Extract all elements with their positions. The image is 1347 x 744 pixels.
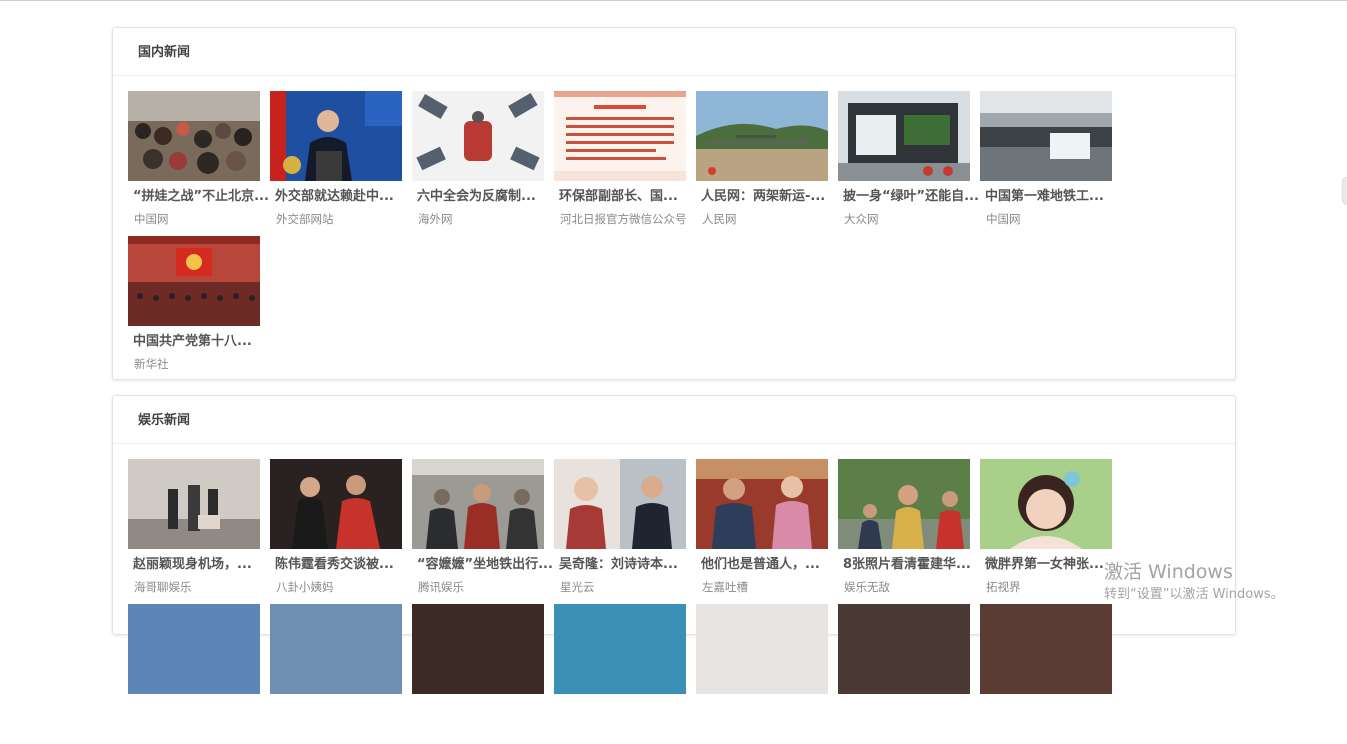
news-source: 海哥聊娱乐 [134,580,192,594]
news-thumbnail [838,91,970,181]
news-source: 星光云 [560,580,595,594]
news-card[interactable]: 披一身“绿叶”还能自... 大众网 [838,91,979,231]
news-thumbnail [554,91,686,181]
top-rule [0,0,1347,1]
news-card[interactable]: 吴奇隆：刘诗诗本... 星光云 [554,459,686,599]
news-caption: 陈伟霆看秀交谈被... [275,557,394,572]
watermark-line2: 转到“设置”以激活 Windows。 [1104,587,1284,602]
entertainment-news-panel: 娱乐新闻 赵丽颖现身机场，... 海哥聊娱乐 陈伟霆看秀交谈被... 八卦小姨妈… [112,395,1236,694]
entertainment-news-title: 娱乐新闻 [113,396,1235,444]
news-caption: 中国共产党第十八... [133,334,252,349]
news-source: 海外网 [418,212,453,226]
news-thumbnail [696,459,828,549]
news-thumbnail [838,459,970,549]
news-source: 人民网 [702,212,737,226]
news-caption: “拼娃之战”不止北京... [133,189,269,204]
news-source: 大众网 [844,212,879,226]
news-thumbnail [412,91,544,181]
news-card[interactable]: 他们也是普通人，... 左嘉吐槽 [696,459,828,599]
news-caption: 披一身“绿叶”还能自... [843,189,979,204]
news-thumbnail [980,459,1112,549]
news-card[interactable] [412,604,544,744]
windows-activation-watermark: 激活 Windows 转到“设置”以激活 Windows。 [1104,560,1284,604]
news-caption: 微胖界第一女神张... [985,557,1104,572]
news-source: 左嘉吐槽 [702,580,748,594]
news-caption: 人民网：两架新运-... [701,189,826,204]
news-thumbnail [412,459,544,549]
news-thumbnail [128,236,260,326]
news-source: 新华社 [134,357,169,371]
news-card[interactable] [128,604,260,744]
watermark-line1: 激活 Windows [1104,561,1233,583]
news-caption: 外交部就达赖赴中... [275,189,394,204]
news-card[interactable]: 赵丽颖现身机场，... 海哥聊娱乐 [128,459,260,599]
news-source: 娱乐无敌 [844,580,890,594]
news-card[interactable]: 外交部就达赖赴中... 外交部网站 [270,91,402,231]
news-card[interactable]: 中国共产党第十八... 新华社 [128,236,260,376]
news-source: 中国网 [986,212,1021,226]
news-caption: 中国第一难地铁工... [985,189,1104,204]
news-card[interactable] [696,604,828,744]
news-source: 八卦小姨妈 [276,580,334,594]
news-card[interactable] [838,604,970,744]
news-card[interactable]: “拼娃之战”不止北京... 中国网 [128,91,269,231]
news-caption: 六中全会为反腐制... [417,189,536,204]
news-card[interactable]: “容嬷嬷”坐地铁出行... 腾讯娱乐 [412,459,553,599]
news-caption: 他们也是普通人，... [701,557,820,572]
news-card[interactable] [554,604,686,744]
domestic-news-title: 国内新闻 [113,28,1235,76]
news-card[interactable]: 中国第一难地铁工... 中国网 [980,91,1112,231]
news-source: 拓视界 [986,580,1021,594]
news-card[interactable]: 人民网：两架新运-... 人民网 [696,91,828,231]
scrollbar-handle[interactable] [1343,178,1347,204]
news-thumbnail [696,91,828,181]
news-card[interactable]: 陈伟霆看秀交谈被... 八卦小姨妈 [270,459,402,599]
news-source: 外交部网站 [276,212,334,226]
news-thumbnail [554,459,686,549]
news-caption: 吴奇隆：刘诗诗本... [559,557,678,572]
news-thumbnail [270,459,402,549]
news-source: 腾讯娱乐 [418,580,464,594]
news-caption: 赵丽颖现身机场，... [133,557,252,572]
news-source: 河北日报官方微信公众号 [560,212,687,226]
news-thumbnail [270,91,402,181]
news-caption: 8张照片看清霍建华... [843,557,971,572]
news-caption: 环保部副部长、国... [559,189,678,204]
news-thumbnail [128,91,260,181]
news-card[interactable] [980,604,1112,744]
news-card[interactable]: 微胖界第一女神张... 拓视界 [980,459,1112,599]
domestic-news-panel: 国内新闻 “拼娃之战”不止北京... 中国网 外交部就达赖赴中... 外交部网站… [112,27,1236,380]
news-card[interactable]: 8张照片看清霍建华... 娱乐无敌 [838,459,971,599]
news-thumbnail [980,91,1112,181]
news-card[interactable]: 六中全会为反腐制... 海外网 [412,91,544,231]
news-card[interactable]: 环保部副部长、国... 河北日报官方微信公众号 [554,91,687,231]
news-card[interactable] [270,604,402,744]
news-caption: “容嬷嬷”坐地铁出行... [417,557,553,572]
news-thumbnail [128,459,260,549]
news-source: 中国网 [134,212,169,226]
